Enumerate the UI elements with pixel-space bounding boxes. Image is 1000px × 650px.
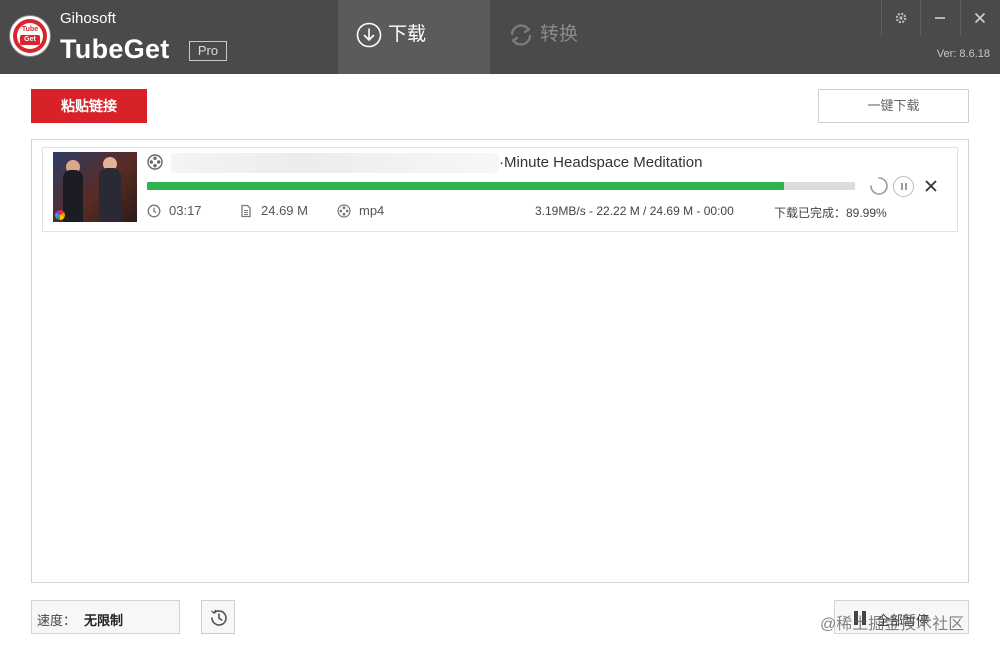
logo-text-top: Tube	[21, 26, 39, 33]
transfer-info: 3.19MB/s - 22.22 M / 24.69 M - 00:00	[535, 204, 734, 218]
minimize-icon	[935, 17, 945, 19]
watermark: @稀土掘金技术社区	[820, 616, 965, 633]
speed-label: 速度：	[37, 613, 77, 628]
duration-value: 03:17	[169, 203, 202, 218]
tab-convert[interactable]: 转换	[490, 0, 642, 74]
clock-icon	[147, 204, 161, 218]
minimize-button[interactable]	[920, 0, 959, 36]
format-info: mp4	[337, 203, 407, 219]
film-reel-icon	[147, 154, 163, 170]
format-value: mp4	[359, 203, 385, 218]
tab-download-label: 下载	[388, 24, 427, 45]
pause-button[interactable]	[893, 176, 914, 197]
title-redacted-area	[171, 153, 499, 173]
app-logo: Tube Get	[10, 16, 50, 56]
download-status: 下载已完成：89.99%	[774, 206, 887, 220]
paste-link-button[interactable]: 粘贴链接	[31, 89, 147, 123]
app-name: TubeGet	[60, 34, 170, 64]
edition-badge: Pro	[189, 41, 227, 61]
tab-download[interactable]: 下载	[338, 0, 490, 74]
download-circle-icon	[356, 22, 382, 48]
convert-cycle-icon	[510, 24, 532, 46]
video-thumbnail	[53, 152, 137, 222]
version-label: Ver: 8.6.18	[936, 48, 990, 60]
duration-info: 03:17	[147, 203, 227, 219]
progress-bar	[147, 182, 855, 190]
title-bar: Tube Get Gihosoft TubeGet Pro 下载 转换 Ver:…	[0, 0, 1000, 74]
logo-text-bottom: Get	[20, 35, 40, 45]
company-name: Gihosoft	[60, 10, 116, 27]
remove-item-icon[interactable]	[923, 178, 939, 194]
download-item[interactable]: ·Minute Headspace Meditation 03:17 24.69…	[42, 147, 958, 232]
gear-icon	[895, 12, 907, 24]
film-reel-icon	[337, 204, 351, 218]
video-title: ·Minute Headspace Meditation	[499, 154, 703, 171]
loading-spinner-icon	[870, 177, 888, 195]
close-window-button[interactable]	[960, 0, 999, 36]
file-icon	[241, 204, 251, 218]
speed-value: 无限制	[84, 613, 124, 628]
history-clock-icon	[211, 609, 227, 626]
network-logo-icon	[55, 210, 65, 220]
download-list: ·Minute Headspace Meditation 03:17 24.69…	[31, 139, 969, 583]
tab-convert-label: 转换	[540, 24, 579, 45]
speed-limit-selector[interactable]: 速度： 无限制	[31, 600, 180, 634]
size-value: 24.69 M	[261, 203, 308, 218]
settings-button[interactable]	[881, 0, 920, 36]
history-button[interactable]	[201, 600, 235, 634]
close-icon	[974, 12, 986, 24]
one-click-download-button[interactable]: 一键下载	[818, 89, 969, 123]
progress-fill	[147, 182, 785, 190]
size-info: 24.69 M	[239, 203, 329, 219]
